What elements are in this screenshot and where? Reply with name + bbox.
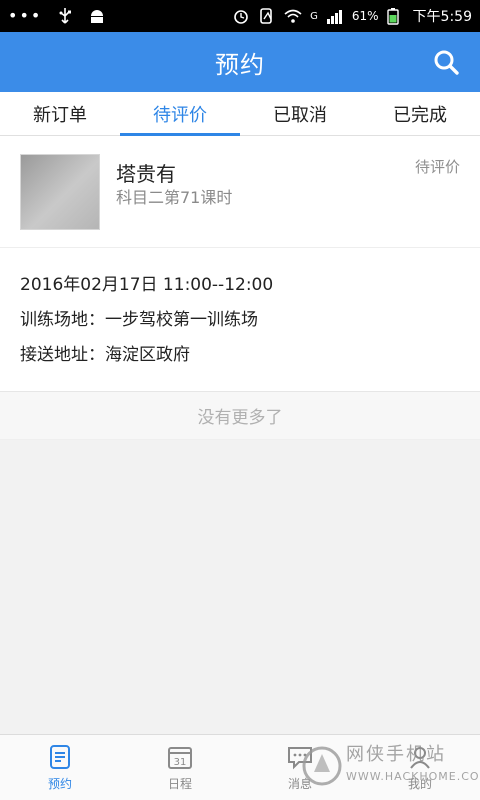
nav-item-appointments[interactable]: 预约 — [0, 735, 120, 800]
tab-completed[interactable]: 已完成 — [360, 92, 480, 135]
android-icon — [88, 7, 106, 25]
student-name: 塔贵有 — [116, 162, 176, 186]
tab-new-orders[interactable]: 新订单 — [0, 92, 120, 135]
battery-percent: 61% — [351, 9, 379, 23]
svg-text:31: 31 — [174, 757, 187, 768]
app-header: 预约 — [0, 32, 480, 92]
status-bar: ••• G 61% 下午5:59 — [0, 0, 480, 32]
signal-icon — [326, 7, 344, 25]
order-pickup-address: 接送地址：海淀区政府 — [20, 345, 190, 365]
calendar-list-icon — [46, 743, 74, 771]
profile-icon — [406, 743, 434, 771]
search-icon — [434, 50, 459, 75]
message-icon — [286, 743, 314, 771]
more-dots: ••• — [8, 6, 43, 25]
list-end-hint: 没有更多了 — [0, 392, 480, 440]
order-datetime: 2016年02月17日 11:00--12:00 — [20, 275, 274, 295]
search-button[interactable] — [430, 46, 462, 78]
tab-cancelled[interactable]: 已取消 — [240, 92, 360, 135]
status-badge: 待评价 — [414, 158, 460, 176]
tab-pending-review[interactable]: 待评价 — [120, 92, 240, 136]
avatar — [20, 154, 100, 230]
nav-label-messages: 消息 — [287, 777, 312, 791]
order-details: 2016年02月17日 11:00--12:00 训练场地：一步驾校第一训练场 … — [0, 248, 480, 391]
order-venue: 训练场地：一步驾校第一训练场 — [20, 310, 258, 330]
usb-icon — [56, 7, 74, 25]
course-info: 科目二第71课时 — [116, 188, 233, 207]
battery-icon — [386, 7, 405, 25]
page-title: 预约 — [215, 50, 265, 79]
order-tabs: 新订单 待评价 已取消 已完成 — [0, 92, 480, 136]
nav-item-schedule[interactable]: 31 日程 — [120, 735, 240, 800]
schedule-icon: 31 — [166, 743, 194, 771]
bottom-nav: 预约 31 日程 消息 我的 — [0, 734, 480, 800]
nav-item-messages[interactable]: 消息 — [240, 735, 360, 800]
nav-label-appointments: 预约 — [47, 777, 72, 791]
nav-label-profile: 我的 — [407, 777, 432, 791]
nav-item-profile[interactable]: 我的 — [360, 735, 480, 800]
nav-label-schedule: 日程 — [167, 777, 192, 791]
clock-time: 下午5:59 — [412, 9, 472, 25]
nfc-icon — [258, 7, 276, 25]
signal-label: G — [310, 10, 318, 22]
order-card-header: 塔贵有 科目二第71课时 待评价 — [0, 136, 480, 248]
wifi-icon — [284, 7, 302, 25]
alarm-icon — [232, 7, 250, 25]
order-card[interactable]: 塔贵有 科目二第71课时 待评价 2016年02月17日 11:00--12:0… — [0, 136, 480, 392]
